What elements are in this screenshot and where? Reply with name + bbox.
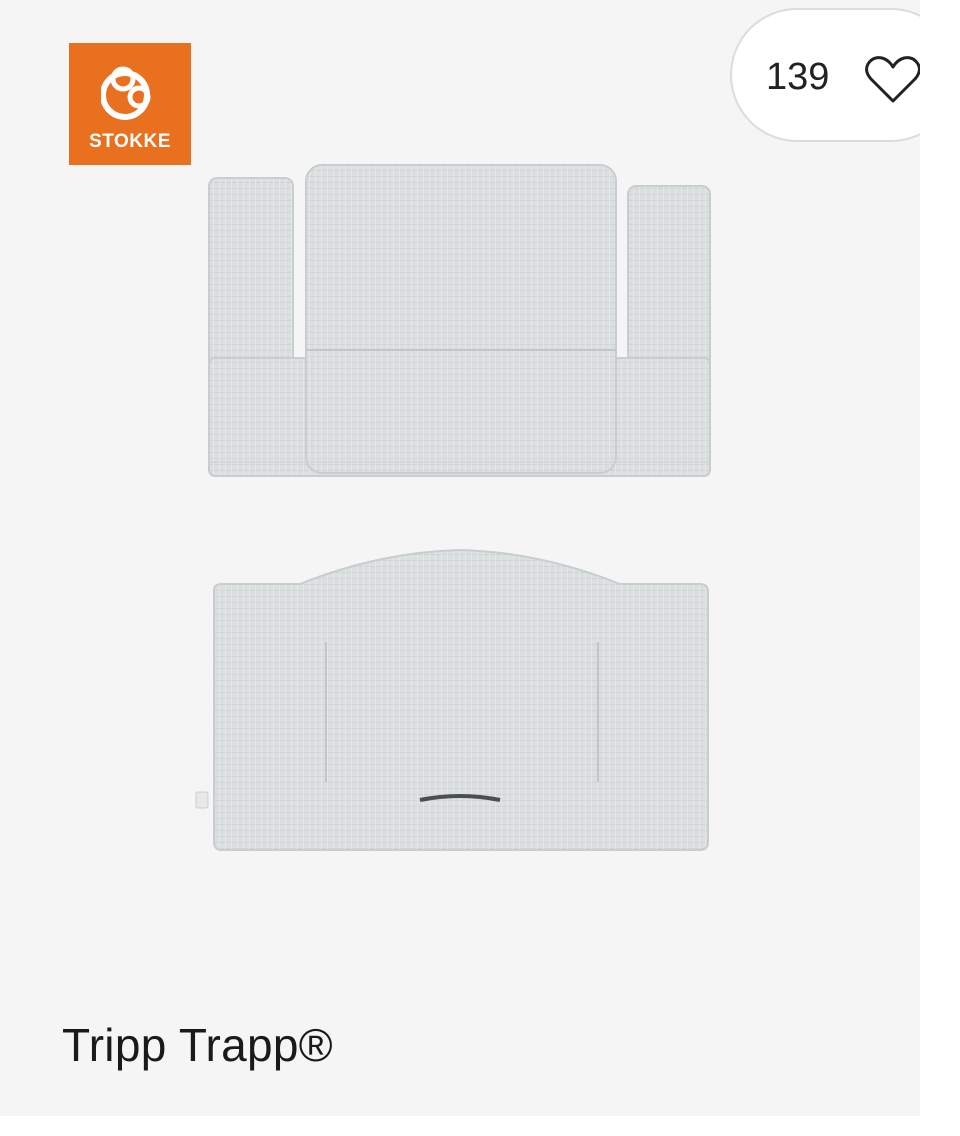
seat-cushion [195,548,709,851]
brand-name: STOKKE [89,131,171,152]
product-image[interactable] [0,0,920,1116]
like-count: 139 [766,56,830,98]
brand-logo[interactable]: STOKKE [69,43,191,165]
like-button[interactable]: 139 [730,8,920,142]
product-title[interactable]: Tripp Trapp® [62,1018,333,1072]
heart-outline-icon [865,56,920,103]
product-card[interactable]: STOKKE 139 Tripp Trapp® [0,0,920,1116]
backrest-cushion [208,164,711,477]
stokke-logo-icon [101,66,151,120]
